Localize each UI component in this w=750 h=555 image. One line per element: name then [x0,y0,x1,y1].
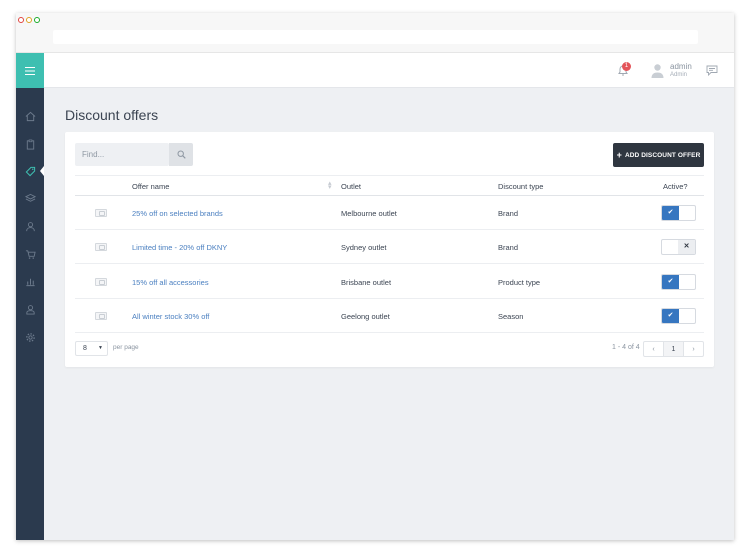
sidebar [16,53,44,540]
image-placeholder-icon [95,243,107,251]
next-page-button[interactable]: › [683,341,704,357]
outlet-cell: Melbourne outlet [341,209,397,218]
hamburger-menu-icon[interactable] [16,53,44,88]
top-bar: 1 admin Admin [44,53,734,88]
page-title: Discount offers [65,107,159,123]
browser-titlebar [16,13,734,53]
customers-icon[interactable] [16,215,44,237]
add-button-label: ADD DISCOUNT OFFER [624,151,701,159]
address-bar[interactable] [53,30,698,44]
plus-icon: + [616,150,622,160]
image-placeholder-icon [95,312,107,320]
active-toggle-off[interactable]: ✕ [661,239,696,255]
search-input[interactable] [75,143,169,166]
image-placeholder-icon [95,209,107,217]
column-header-active[interactable]: Active? [663,182,688,191]
check-icon: ✔ [662,309,679,323]
discount-type-cell: Brand [498,243,519,252]
layers-icon[interactable] [16,187,44,209]
table-row: All winter stock 30% off Geelong outlet … [75,299,704,333]
notification-badge: 1 [622,62,631,71]
page-1-button[interactable]: 1 [663,341,684,357]
column-header-discount-type[interactable]: Discount type [498,182,543,191]
home-icon[interactable] [16,105,44,127]
browser-window: 1 admin Admin Discount offers + ADD DISC… [16,13,734,540]
table-header: Offer name ▴ ▾ Outlet Discount type Activ… [75,175,704,196]
offer-name-link[interactable]: 15% off all accessories [132,278,209,287]
search-icon [177,150,186,159]
per-page-label: per page [113,344,139,351]
active-toggle-on[interactable]: ✔ [661,205,696,221]
add-discount-offer-button[interactable]: + ADD DISCOUNT OFFER [613,143,704,167]
reports-icon[interactable] [16,270,44,292]
offer-name-link[interactable]: Limited time - 20% off DKNY [132,243,227,252]
user-role: Admin [670,72,688,78]
offer-name-link[interactable]: 25% off on selected brands [132,209,223,218]
column-header-offer-name[interactable]: Offer name [132,182,169,191]
caret-down-icon: ▼ [98,345,103,351]
image-placeholder-icon [95,278,107,286]
avatar[interactable] [651,63,664,78]
settings-icon[interactable] [16,326,44,348]
user-icon[interactable] [16,298,44,320]
maximize-window-icon[interactable] [34,17,40,23]
minimize-window-icon[interactable] [26,17,32,23]
tag-icon[interactable] [16,160,44,182]
table-row: Limited time - 20% off DKNY Sydney outle… [75,230,704,264]
sort-icon[interactable]: ▴ ▾ [328,180,332,191]
discount-type-cell: Product type [498,278,541,287]
page-size-select[interactable]: 8 ▼ [75,341,108,356]
user-name[interactable]: admin [670,62,692,71]
discount-type-cell: Brand [498,209,519,218]
close-window-icon[interactable] [18,17,24,23]
prev-page-button[interactable]: ‹ [643,341,664,357]
x-icon: ✕ [678,240,695,254]
outlet-cell: Geelong outlet [341,312,390,321]
chat-icon[interactable] [706,65,718,76]
offer-name-link[interactable]: All winter stock 30% off [132,312,209,321]
cart-icon[interactable] [16,243,44,265]
outlet-cell: Sydney outlet [341,243,387,252]
discount-offers-card: + ADD DISCOUNT OFFER Offer name ▴▾ Outle… [65,132,714,367]
window-controls [18,17,40,23]
column-header-outlet[interactable]: Outlet [341,182,361,191]
pagination-range: 1 - 4 of 4 [612,344,640,351]
outlet-cell: Brisbane outlet [341,278,392,287]
check-icon: ✔ [662,206,679,220]
discount-type-cell: Season [498,312,524,321]
active-toggle-on[interactable]: ✔ [661,308,696,324]
check-icon: ✔ [662,275,679,289]
page-size-value: 8 [83,345,87,352]
active-toggle-on[interactable]: ✔ [661,274,696,290]
table-row: 15% off all accessories Brisbane outlet … [75,265,704,299]
table-row: 25% off on selected brands Melbourne out… [75,196,704,230]
clipboard-icon[interactable] [16,133,44,155]
search-button[interactable] [169,143,193,166]
